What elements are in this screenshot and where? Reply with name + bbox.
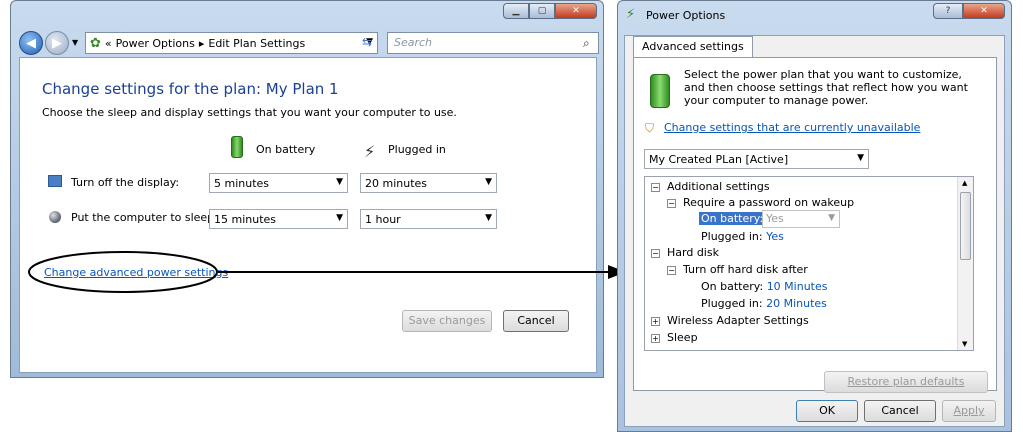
tab-advanced-settings[interactable]: Advanced settings [633, 36, 753, 58]
dialog-body: Advanced settings Select the power plan … [624, 35, 1005, 427]
restore-defaults-button[interactable]: Restore plan defaults [824, 371, 988, 393]
pw-battery-label: On battery: [699, 212, 766, 225]
tree-item-wireless[interactable]: + Wireless Adapter Settings [651, 314, 809, 327]
pw-plugged-label: Plugged in: [701, 230, 763, 243]
tree-item-label: Sleep [667, 331, 698, 344]
apply-label: Apply [953, 404, 985, 417]
tree-item-disk-battery[interactable]: On battery: 10 Minutes [701, 280, 827, 293]
disk-battery-label: On battery: [701, 280, 764, 293]
collapse-icon[interactable]: − [667, 265, 676, 275]
chevron-down-icon: ▼ [857, 153, 864, 163]
uac-shield-icon: ⛉ [645, 121, 655, 135]
disk-plugged-label: Plugged in: [701, 297, 763, 310]
collapse-icon[interactable]: − [667, 198, 676, 208]
scroll-thumb[interactable] [960, 192, 971, 260]
tree-item-require-password[interactable]: − Require a password on wakeup [667, 196, 854, 209]
dialog-close-button[interactable]: ✕ [963, 3, 1005, 19]
disk-plugged-value: 20 Minutes [766, 297, 827, 310]
scroll-up-icon[interactable]: ▲ [962, 179, 967, 187]
tree-item-label: Turn off hard disk after [683, 263, 808, 276]
tree-item-label: Wireless Adapter Settings [667, 314, 809, 327]
disk-battery-value: 10 Minutes [766, 280, 828, 293]
settings-tree[interactable]: − Additional settings − Require a password… [644, 176, 974, 351]
tree-scrollbar[interactable]: ▲ ▼ [957, 177, 973, 350]
plan-select[interactable]: My Created PLan [Active] ▼ [644, 149, 869, 169]
dialog-description: Select the power plan that you want to c… [684, 68, 968, 107]
pw-plugged-value: Yes [766, 230, 784, 243]
tree-item-label: Hard disk [667, 246, 719, 259]
collapse-icon[interactable]: − [651, 248, 660, 258]
expand-icon[interactable]: + [651, 333, 660, 343]
pw-battery-value: Yes [766, 212, 784, 225]
collapse-icon[interactable]: − [651, 182, 660, 192]
chevron-down-icon: ▼ [828, 213, 835, 223]
plan-select-value: My Created PLan [Active] [649, 153, 789, 166]
dialog-title: Power Options [646, 9, 726, 22]
apply-button[interactable]: Apply [942, 400, 996, 422]
battery-icon [650, 74, 670, 108]
tree-item-pw-plugged[interactable]: Plugged in: Yes [701, 230, 784, 243]
scroll-down-icon[interactable]: ▼ [962, 340, 967, 348]
dialog-cancel-button[interactable]: Cancel [864, 400, 936, 422]
help-button[interactable]: ? [933, 3, 963, 19]
advanced-settings-panel: Select the power plan that you want to c… [633, 57, 997, 393]
ok-button[interactable]: OK [796, 400, 858, 422]
power-options-icon: ⚡ [626, 7, 636, 22]
tree-item-sleep[interactable]: + Sleep [651, 331, 698, 344]
tree-item-disk-plugged[interactable]: Plugged in: 20 Minutes [701, 297, 827, 310]
tree-item-hard-disk[interactable]: − Hard disk [651, 246, 719, 259]
pw-battery-select[interactable]: Yes ▼ [762, 210, 840, 228]
tree-item-pw-battery[interactable]: On battery: [699, 212, 766, 225]
power-options-dialog: ⚡ Power Options ? ✕ Advanced settings Se… [617, 0, 1012, 432]
dialog-caption-buttons: ? ✕ [933, 3, 1005, 19]
change-unavailable-settings-link[interactable]: Change settings that are currently unava… [664, 121, 920, 134]
tree-item-label: Additional settings [667, 180, 770, 193]
tree-item-additional[interactable]: − Additional settings [651, 180, 770, 193]
expand-icon[interactable]: + [651, 316, 660, 326]
highlight-ellipse [28, 251, 218, 293]
restore-defaults-label: Restore plan defaults [847, 375, 965, 388]
tree-item-label: Require a password on wakeup [683, 196, 855, 209]
tree-item-turn-off-disk[interactable]: − Turn off hard disk after [667, 263, 808, 276]
